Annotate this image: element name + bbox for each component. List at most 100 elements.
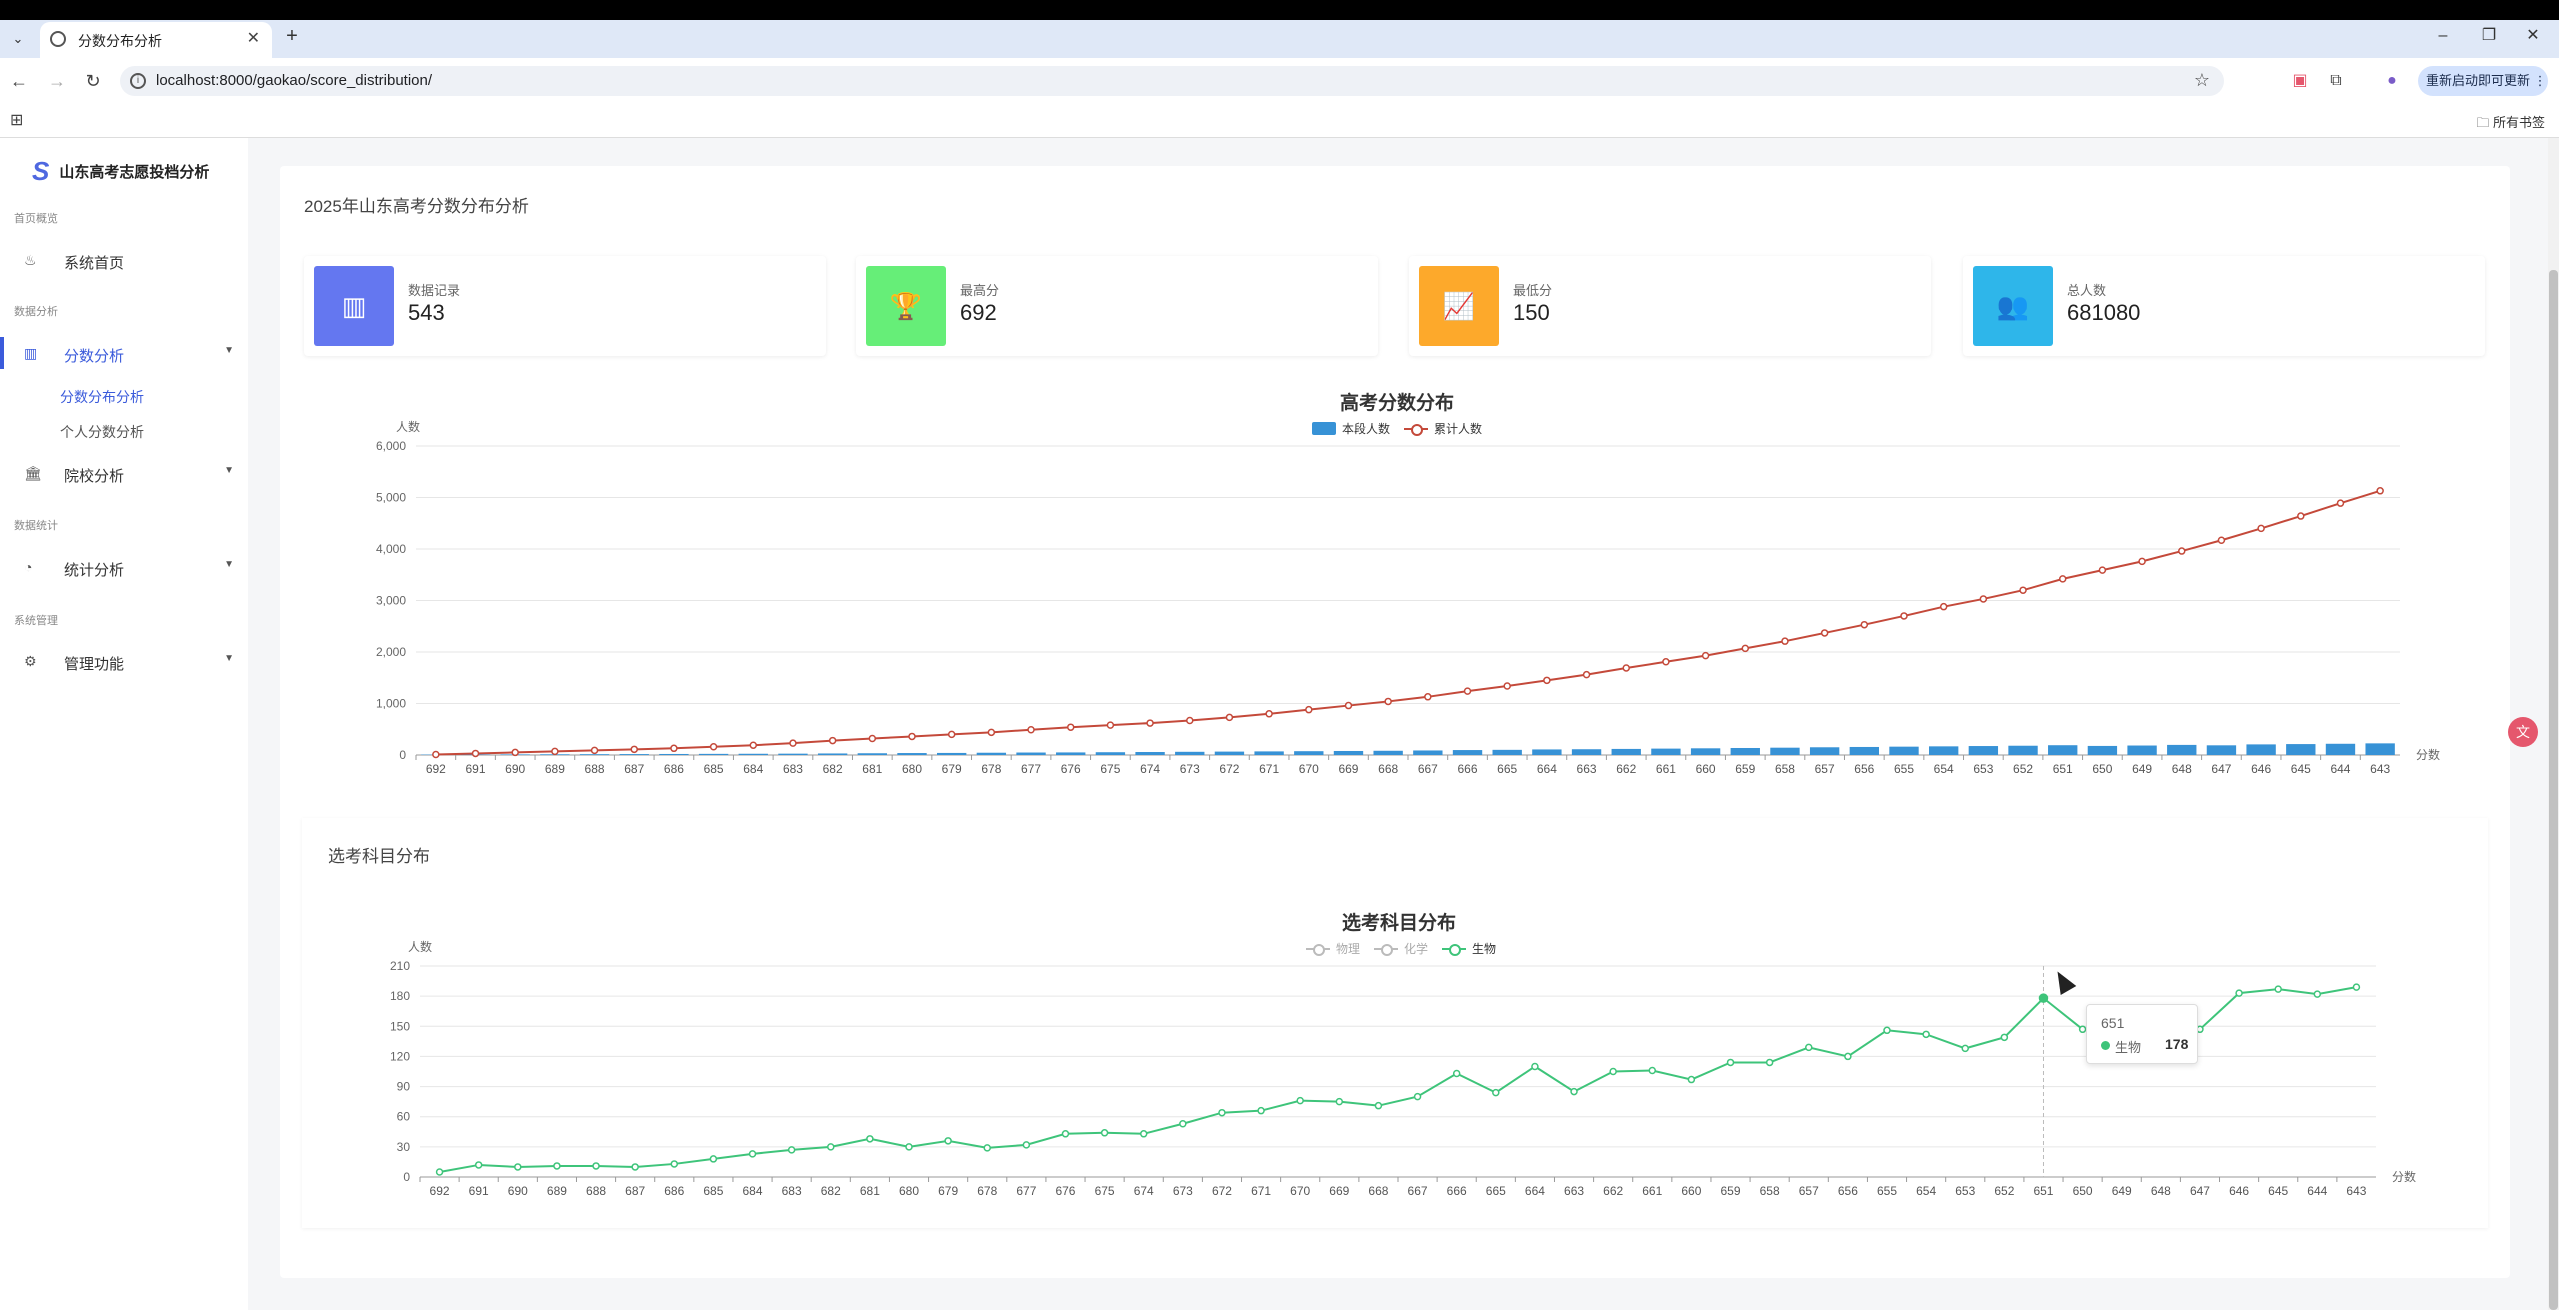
x-tick-label: 680 <box>899 1184 919 1198</box>
data-point <box>553 1162 561 1170</box>
data-point <box>1374 1101 1383 1110</box>
x-tick-label: 649 <box>2112 1184 2132 1198</box>
x-tick-label: 677 <box>1016 1184 1036 1198</box>
data-point <box>905 1143 913 1151</box>
data-point <box>1765 1058 1774 1067</box>
x-tick-label: 673 <box>1173 1184 1193 1198</box>
data-point <box>1726 1058 1735 1067</box>
x-tick-label: 650 <box>2073 1184 2093 1198</box>
scrollbar-thumb[interactable] <box>2549 270 2558 1310</box>
x-tick-label: 656 <box>1838 1184 1858 1198</box>
data-point <box>2000 1033 2009 1042</box>
x-tick-label: 691 <box>469 1184 489 1198</box>
data-point <box>1139 1130 1148 1138</box>
x-tick-label: 675 <box>1095 1184 1115 1198</box>
x-tick-label: 657 <box>1799 1184 1819 1198</box>
data-point <box>670 1160 679 1168</box>
data-point <box>1179 1119 1187 1128</box>
chart-tooltip: 651 生物 178 <box>2086 1004 2198 1064</box>
x-tick-label: 671 <box>1251 1184 1271 1198</box>
data-point <box>787 1146 796 1154</box>
data-point <box>2352 983 2361 991</box>
x-tick-label: 651 <box>2033 1184 2053 1198</box>
y-tick-label: 60 <box>397 1110 411 1124</box>
x-tick-label: 669 <box>1329 1184 1349 1198</box>
x-tick-label: 668 <box>1368 1184 1388 1198</box>
x-tick-label: 688 <box>586 1184 606 1198</box>
y-tick-label: 150 <box>390 1019 410 1033</box>
data-point <box>1022 1141 1031 1149</box>
x-tick-label: 686 <box>664 1184 684 1198</box>
data-point <box>866 1135 874 1143</box>
y-tick-label: 30 <box>397 1140 411 1154</box>
data-point <box>1805 1043 1813 1052</box>
x-tick-label: 679 <box>938 1184 958 1198</box>
data-point <box>1061 1130 1070 1138</box>
x-tick-label: 681 <box>860 1184 880 1198</box>
x-tick-label: 659 <box>1721 1184 1741 1198</box>
x-tick-label: 643 <box>2346 1184 2366 1198</box>
data-point <box>2038 993 2049 1003</box>
x-tick-label: 687 <box>625 1184 645 1198</box>
x-tick-label: 664 <box>1525 1184 1545 1198</box>
x-tick-label: 665 <box>1486 1184 1506 1198</box>
y-tick-label: 0 <box>403 1170 410 1184</box>
series-line <box>439 986 2357 1173</box>
data-point <box>827 1143 835 1151</box>
data-point <box>1335 1097 1344 1106</box>
data-point <box>592 1162 600 1170</box>
x-tick-label: 645 <box>2268 1184 2288 1198</box>
x-tick-label: 667 <box>1408 1184 1428 1198</box>
data-point <box>1883 1026 1891 1035</box>
x-tick-label: 655 <box>1877 1184 1897 1198</box>
subject-distribution-chart: 0 30 60 90 120 150 180 210 692 691 690 689 688 687 686… <box>390 959 2416 1198</box>
data-point <box>1609 1067 1617 1076</box>
x-tick-label: 658 <box>1760 1184 1780 1198</box>
x-tick-label: 692 <box>430 1184 450 1198</box>
x-tick-label: 676 <box>1055 1184 1075 1198</box>
data-point <box>474 1161 483 1169</box>
x-tick-label: 672 <box>1212 1184 1232 1198</box>
x-tick-label: 646 <box>2229 1184 2249 1198</box>
data-point <box>1844 1052 1852 1061</box>
x-tick-label: 653 <box>1955 1184 1975 1198</box>
tooltip-value: 178 <box>2165 1036 2189 1052</box>
data-point <box>1296 1096 1304 1105</box>
data-point <box>1218 1108 1226 1117</box>
data-point <box>2274 985 2282 993</box>
y-tick-label: 210 <box>390 959 410 973</box>
y-tick-label: 90 <box>397 1080 411 1094</box>
x-tick-label: 683 <box>782 1184 802 1198</box>
x-tick-label: 660 <box>1681 1184 1701 1198</box>
x-axis-name: 分数 <box>2392 1169 2416 1184</box>
data-point <box>514 1163 522 1171</box>
data-point <box>748 1150 757 1158</box>
x-tick-label: 654 <box>1916 1184 1936 1198</box>
data-point <box>1961 1044 1969 1053</box>
x-tick-label: 647 <box>2190 1184 2210 1198</box>
translate-float-icon[interactable]: 文 <box>2508 717 2538 747</box>
x-tick-label: 678 <box>977 1184 997 1198</box>
x-tick-label: 690 <box>508 1184 528 1198</box>
data-point <box>1100 1129 1109 1137</box>
data-point <box>1492 1088 1500 1097</box>
tooltip-marker <box>2101 1041 2110 1050</box>
data-point <box>1413 1092 1422 1101</box>
x-tick-label: 682 <box>821 1184 841 1198</box>
x-tick-label: 652 <box>1994 1184 2014 1198</box>
x-tick-label: 666 <box>1447 1184 1467 1198</box>
x-tick-label: 662 <box>1603 1184 1623 1198</box>
data-point <box>709 1155 718 1163</box>
data-point <box>1922 1030 1930 1039</box>
data-point <box>1648 1066 1657 1075</box>
data-point <box>1452 1069 1461 1078</box>
x-tick-label: 684 <box>743 1184 763 1198</box>
data-point <box>983 1144 991 1152</box>
tooltip-series: 生物 <box>2115 1040 2142 1055</box>
data-point <box>1257 1106 1265 1115</box>
data-point <box>2235 989 2243 997</box>
data-point <box>631 1163 639 1171</box>
data-point <box>1570 1087 1578 1096</box>
data-point <box>2078 1025 2087 1034</box>
x-tick-label: 674 <box>1134 1184 1154 1198</box>
